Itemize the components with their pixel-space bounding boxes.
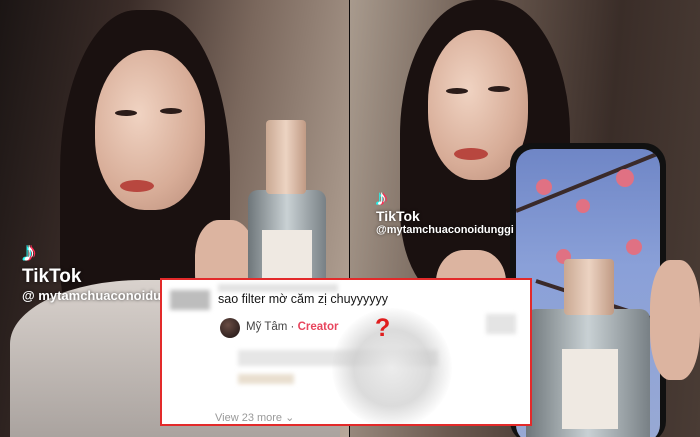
tiktok-note-icon: ♪ bbox=[22, 236, 36, 267]
question-mark-icon: ? bbox=[375, 314, 391, 342]
perfume-bottle bbox=[526, 309, 650, 437]
view-more-label[interactable]: View 23 more bbox=[215, 412, 282, 424]
blur-orb bbox=[332, 308, 452, 424]
blurred-avatar bbox=[170, 290, 210, 310]
eye bbox=[160, 108, 182, 114]
eye bbox=[446, 88, 468, 94]
lips bbox=[454, 148, 488, 160]
tiktok-note-icon: ♪ bbox=[376, 185, 387, 210]
blurred-username bbox=[218, 284, 338, 292]
creator-avatar bbox=[220, 318, 240, 338]
reply-author-name: Mỹ Tâm bbox=[246, 321, 288, 333]
chevron-down-icon[interactable]: ⌄ bbox=[285, 412, 294, 424]
phone-screen bbox=[516, 149, 660, 437]
reply-separator: · bbox=[287, 321, 298, 333]
bottle-cap bbox=[564, 259, 614, 315]
comment-card: sao filter mờ căm zị chuyyyyyy Mỹ Tâm · … bbox=[160, 278, 532, 426]
blurred-reply-text bbox=[238, 374, 294, 384]
lips bbox=[120, 180, 154, 192]
bottle-cap bbox=[266, 120, 306, 194]
eye bbox=[488, 86, 510, 92]
phone bbox=[510, 143, 666, 437]
view-more-replies[interactable]: View 23 more ⌄ bbox=[215, 411, 294, 424]
hand bbox=[650, 260, 700, 380]
creator-badge: Creator bbox=[297, 321, 339, 333]
tiktok-brand: TikTok bbox=[376, 208, 420, 224]
tiktok-handle: @mytamchuaconoidunggi bbox=[376, 224, 514, 236]
tiktok-watermark: ♪ TikTok @mytamchuaconoidunggi bbox=[376, 185, 514, 237]
blurred-like bbox=[486, 314, 516, 334]
reply-author: Mỹ Tâm · Creator bbox=[246, 321, 338, 333]
eye bbox=[115, 110, 137, 116]
comment-text: sao filter mờ căm zị chuyyyyyy bbox=[218, 292, 389, 306]
